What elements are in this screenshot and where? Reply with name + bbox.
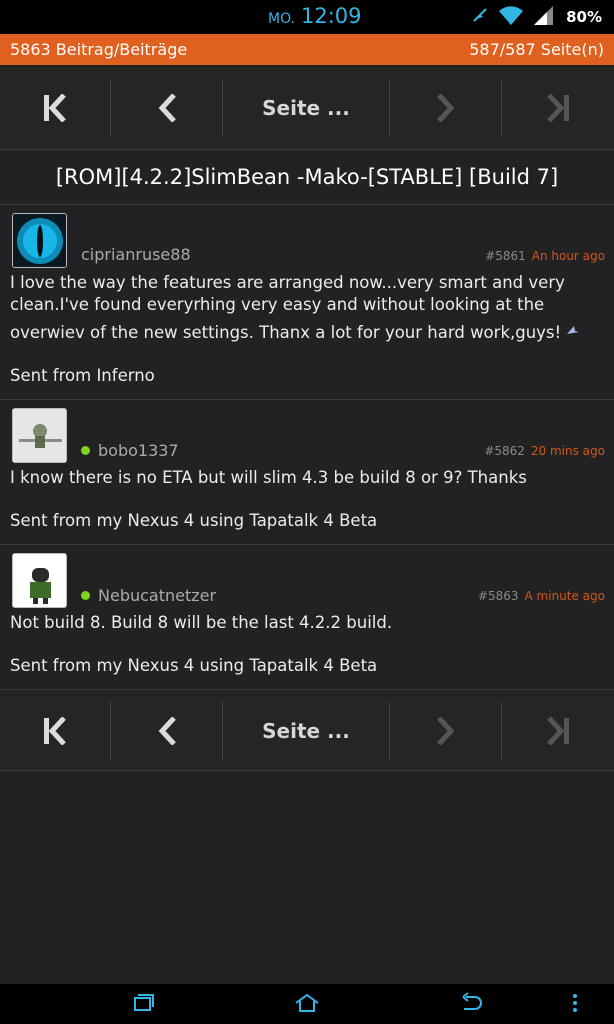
prev-page-button[interactable]	[111, 702, 222, 760]
username-text: bobo1337	[98, 441, 179, 460]
first-page-icon	[42, 94, 68, 122]
post-body: Not build 8. Build 8 will be the last 4.…	[10, 612, 606, 634]
post-number: #5861	[485, 249, 526, 263]
first-page-button[interactable]	[0, 79, 110, 137]
goto-page-label: Seite ...	[262, 719, 350, 743]
mute-icon	[470, 5, 490, 29]
signal-icon	[532, 4, 554, 30]
prev-page-icon	[157, 94, 177, 122]
next-page-icon	[436, 94, 456, 122]
post-body-line-wrap: overwiev of the new settings. Thanx a lo…	[10, 322, 606, 344]
status-bar: MO. 12:09 80%	[0, 0, 614, 34]
post-body-line: Not build 8. Build 8 will be the last 4.…	[10, 613, 393, 632]
menu-icon[interactable]	[570, 992, 580, 1018]
post-username[interactable]: bobo1337	[81, 441, 179, 460]
prev-page-icon	[157, 717, 177, 745]
prev-page-button[interactable]	[111, 79, 222, 137]
next-page-button[interactable]	[390, 702, 501, 760]
wifi-icon	[498, 4, 524, 30]
last-page-button[interactable]	[502, 79, 614, 137]
goto-page-label: Seite ...	[262, 96, 350, 120]
last-page-button[interactable]	[502, 702, 614, 760]
last-page-icon	[545, 717, 571, 745]
status-clock: MO. 12:09	[268, 4, 362, 30]
status-day: MO.	[268, 11, 295, 27]
goto-page-button[interactable]: Seite ...	[223, 702, 389, 760]
post-number: #5862	[484, 444, 525, 458]
post-count: 5863 Beitrag/Beiträge	[10, 40, 188, 59]
recent-apps-icon[interactable]	[132, 992, 154, 1018]
system-nav-bar	[0, 984, 614, 1024]
post-number: #5863	[477, 589, 519, 603]
avatar[interactable]	[12, 213, 67, 268]
pager-bottom: Seite ...	[0, 690, 614, 772]
post-time: An hour ago	[531, 249, 605, 263]
goto-page-button[interactable]: Seite ...	[223, 79, 389, 137]
avatar[interactable]	[12, 408, 67, 463]
thread-title: [ROM][4.2.2]SlimBean -Mako-[STABLE] [Bui…	[55, 165, 559, 189]
status-icons: 80%	[470, 5, 602, 29]
post-signature: Sent from Inferno	[10, 366, 155, 385]
next-page-button[interactable]	[390, 79, 501, 137]
last-page-icon	[545, 94, 571, 122]
post-signature: Sent from my Nexus 4 using Tapatalk 4 Be…	[10, 511, 378, 530]
pager-top: Seite ...	[0, 67, 614, 149]
username-text: ciprianruse88	[81, 245, 191, 264]
post-time: A minute ago	[524, 589, 605, 603]
page-count: 587/587 Seite(n)	[469, 40, 604, 59]
emoji-icon	[565, 322, 581, 344]
first-page-icon	[42, 717, 68, 745]
post-signature: Sent from my Nexus 4 using Tapatalk 4 Be…	[10, 656, 378, 675]
back-icon[interactable]	[460, 992, 484, 1018]
post-item[interactable]: ciprianruse88 #5861 An hour ago I love t…	[0, 205, 614, 399]
battery-level: 80%	[566, 8, 602, 26]
next-page-icon	[436, 717, 456, 745]
post-body-line: clean.I've found everyrhing very easy an…	[10, 295, 545, 314]
post-body-line: I love the way the features are arranged…	[10, 273, 565, 292]
online-status-icon	[81, 591, 90, 600]
post-time: 20 mins ago	[530, 444, 605, 458]
post-body-line: I know there is no ETA but will slim 4.3…	[10, 468, 527, 487]
first-page-button[interactable]	[0, 702, 110, 760]
post-item[interactable]: Nebucatnetzer #5863 A minute ago Not bui…	[0, 545, 614, 689]
post-username[interactable]: Nebucatnetzer	[81, 586, 216, 605]
post-body: I love the way the features are arranged…	[10, 272, 606, 344]
post-meta: #5863 A minute ago	[478, 589, 605, 603]
post-meta: #5861 An hour ago	[485, 249, 605, 263]
online-status-icon	[81, 446, 90, 455]
status-time: 12:09	[300, 4, 362, 28]
post-username[interactable]: ciprianruse88	[81, 245, 191, 264]
thread-info-bar: 5863 Beitrag/Beiträge 587/587 Seite(n)	[0, 34, 614, 65]
username-text: Nebucatnetzer	[98, 586, 217, 605]
post-body-line: overwiev of the new settings. Thanx a lo…	[10, 323, 562, 342]
home-icon[interactable]	[294, 992, 320, 1018]
post-item[interactable]: bobo1337 #5862 20 mins ago I know there …	[0, 400, 614, 544]
avatar[interactable]	[12, 553, 67, 608]
post-meta: #5862 20 mins ago	[484, 444, 605, 458]
divider	[0, 770, 614, 771]
post-body: I know there is no ETA but will slim 4.3…	[10, 467, 606, 489]
